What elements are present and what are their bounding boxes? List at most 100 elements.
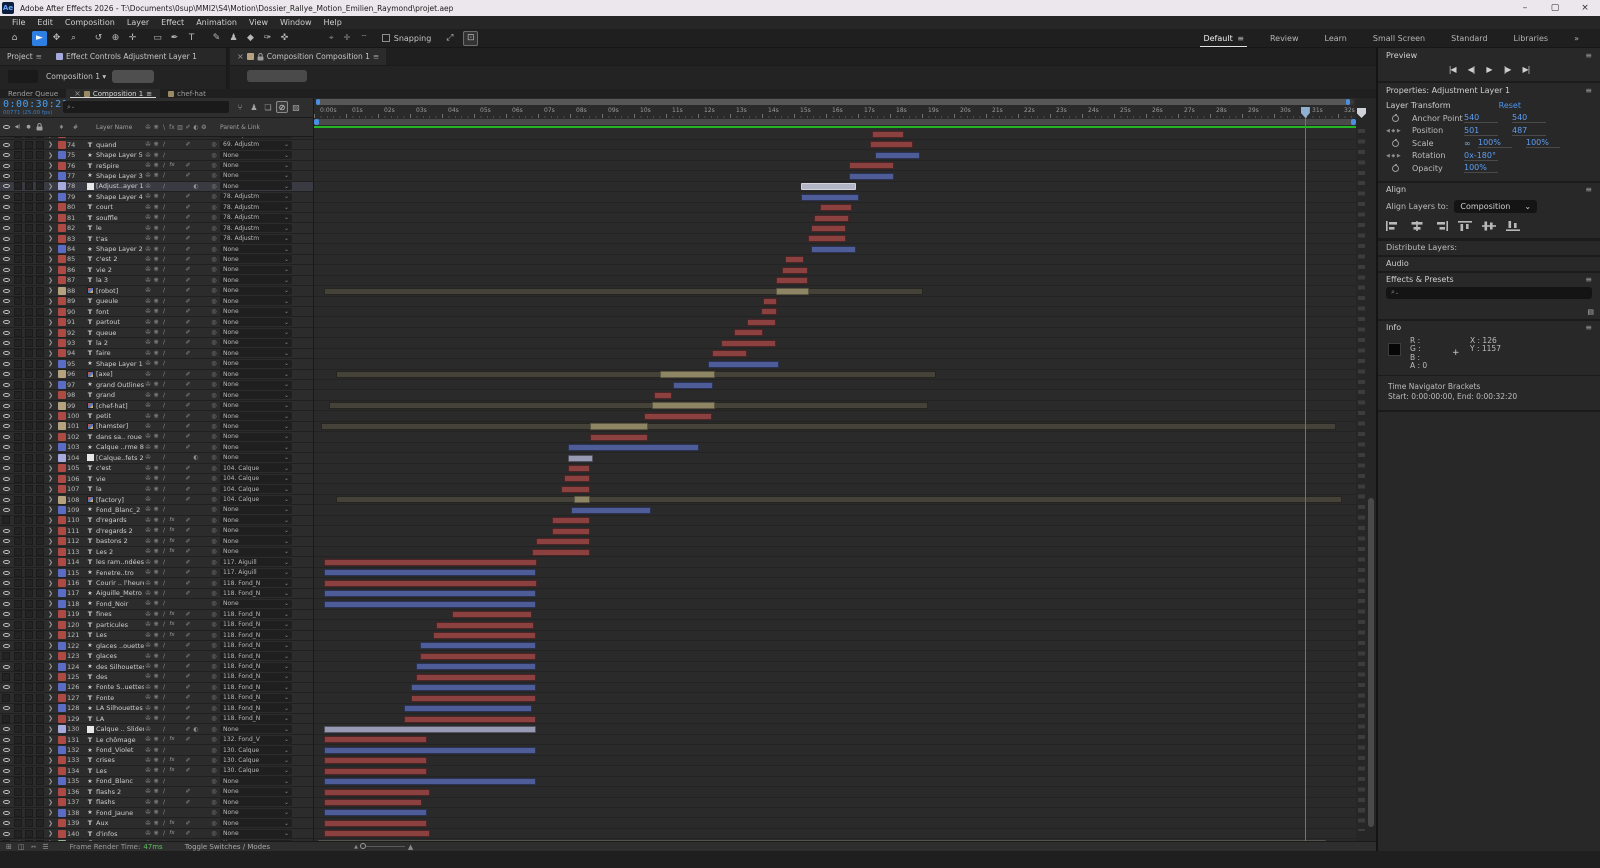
parent-pickwhip-icon[interactable]: ◎ [208,465,220,472]
quality-icon[interactable]: ∕ [160,538,168,545]
adjustment-layer-icon[interactable] [192,538,200,545]
parent-pickwhip-icon[interactable]: ◎ [208,266,220,273]
layer-bar[interactable] [411,695,536,702]
frame-blend-icon[interactable] [176,371,184,378]
adjustment-layer-icon[interactable] [192,632,200,639]
shy-icon[interactable]: ✇ [144,757,152,764]
lock-toggle[interactable] [34,193,45,201]
property-value[interactable]: 100% [1464,163,1498,173]
fx-badge[interactable] [168,152,176,159]
visibility-toggle[interactable] [0,673,12,681]
audio-toggle[interactable] [12,443,23,451]
label-chip[interactable] [56,485,67,493]
collapse-icon[interactable]: ❋ [152,152,160,159]
fx-badge[interactable] [168,600,176,607]
fx-badge[interactable] [168,371,176,378]
parent-pickwhip-icon[interactable]: ◎ [208,684,220,691]
shy-icon[interactable]: ✇ [144,767,152,774]
frame-blend-icon[interactable] [176,402,184,409]
audio-toggle[interactable] [12,673,23,681]
parent-link-select[interactable]: None⌄ [220,402,292,410]
visibility-toggle[interactable] [0,769,12,773]
work-area-bar[interactable] [314,119,1356,125]
lock-toggle[interactable] [34,756,45,764]
layer-name[interactable]: c'est 2 [96,255,144,263]
motion-blur-icon[interactable]: ✐ [184,214,192,221]
lock-toggle[interactable] [34,610,45,618]
panel-menu-icon[interactable]: ≡ [1585,185,1592,194]
adjustment-layer-icon[interactable] [192,392,200,399]
tab-effect-controls[interactable]: Effect Controls Adjustment Layer 1 [49,48,204,65]
toggle-switches-modes-button[interactable]: Toggle Switches / Modes [185,843,270,851]
fx-badge[interactable] [168,778,176,785]
audio-toggle[interactable] [12,297,23,305]
quality-icon[interactable]: ∕ [160,611,168,618]
parent-link-select[interactable]: 118. Fond_N⌄ [220,589,292,597]
parent-link-select[interactable]: None⌄ [220,266,292,274]
frame-blend-icon[interactable] [176,799,184,806]
shy-icon[interactable]: ✇ [144,569,152,576]
solo-toggle[interactable] [23,235,34,243]
motion-blur-icon[interactable]: ✐ [184,433,192,440]
fx-badge[interactable] [168,454,176,461]
layer-bar[interactable] [785,256,804,263]
frame-blend-icon[interactable] [176,590,184,597]
quality-icon[interactable]: ∕ [160,475,168,482]
visibility-toggle[interactable] [0,404,12,408]
adjustment-layer-icon[interactable] [192,715,200,722]
parent-pickwhip-icon[interactable]: ◎ [208,538,220,545]
adjustment-layer-icon[interactable] [192,287,200,294]
frame-blend-icon[interactable] [176,684,184,691]
fx-badge[interactable] [168,673,176,680]
lock-toggle[interactable] [34,391,45,399]
visibility-toggle[interactable] [0,320,12,324]
collapse-icon[interactable] [152,423,160,430]
twirl-icon[interactable]: ❯ [45,705,56,712]
visibility-toggle[interactable] [0,832,12,836]
layer-name[interactable]: Les [96,631,144,639]
parent-link-select[interactable]: None⌄ [220,819,292,827]
visibility-toggle[interactable] [0,216,12,220]
label-chip[interactable] [56,631,67,639]
layer-name[interactable]: la [96,485,144,493]
parent-link-select[interactable]: None⌄ [220,433,292,441]
layer-bar[interactable] [324,747,535,754]
twirl-icon[interactable]: ❯ [45,621,56,628]
property-value[interactable]: 540 [1512,113,1546,123]
twirl-icon[interactable]: ❯ [45,632,56,639]
fx-badge[interactable] [168,172,176,179]
quality-icon[interactable]: ∕ [160,621,168,628]
frame-blend-icon[interactable] [176,778,184,785]
adjustment-layer-icon[interactable] [192,444,200,451]
layer-name[interactable]: Fonte [96,694,144,702]
close-icon[interactable]: × [74,89,81,98]
twirl-icon[interactable]: ❯ [45,486,56,493]
property-value[interactable]: 540 [1464,113,1498,123]
shy-icon[interactable]: ✇ [144,444,152,451]
quality-icon[interactable]: ∕ [160,413,168,420]
quality-icon[interactable]: ∕ [160,246,168,253]
layer-name[interactable]: partout [96,318,144,326]
fx-badge[interactable] [168,183,176,190]
twirl-icon[interactable]: ❯ [45,600,56,607]
visibility-toggle[interactable] [0,383,12,387]
layer-bar[interactable] [329,402,927,409]
solo-toggle[interactable] [23,589,34,597]
draft-3d-icon[interactable]: ♟ [248,101,260,113]
layer-name[interactable]: des [96,673,144,681]
lock-toggle[interactable] [34,683,45,691]
adjustment-layer-icon[interactable] [192,736,200,743]
twirl-icon[interactable]: ❯ [45,527,56,534]
quality-icon[interactable]: ∕ [160,788,168,795]
quality-icon[interactable]: ∕ [160,172,168,179]
solo-toggle[interactable] [23,610,34,618]
parent-link-select[interactable]: 118. Fond_N⌄ [220,715,292,723]
layer-name[interactable]: Courir .. l'heure [96,579,144,587]
visibility-toggle[interactable] [0,633,12,637]
audio-toggle[interactable] [12,287,23,295]
visibility-toggle[interactable] [0,164,12,168]
solo-toggle[interactable] [23,788,34,796]
twirl-icon[interactable]: ❯ [45,329,56,336]
shy-icon[interactable]: ✇ [144,319,152,326]
motion-blur-icon[interactable]: ✐ [184,726,192,733]
